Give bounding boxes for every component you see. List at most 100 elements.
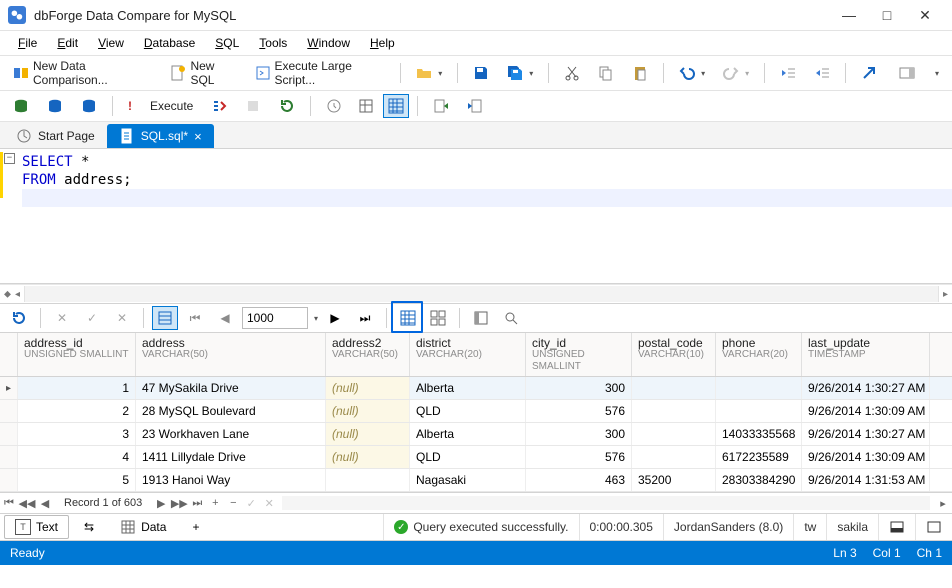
copy-button[interactable] xyxy=(591,60,621,86)
folder-open-icon xyxy=(416,65,432,81)
menu-file[interactable]: File xyxy=(8,36,47,50)
view-grid-large-button[interactable] xyxy=(383,94,409,118)
editor-scroll-right[interactable]: ▸ xyxy=(943,289,948,300)
indent-less-button[interactable] xyxy=(773,60,803,86)
run-2-button[interactable] xyxy=(40,93,70,119)
new-sql-button[interactable]: New SQL xyxy=(163,60,243,86)
refresh-grid-button[interactable] xyxy=(6,306,32,330)
menu-sql[interactable]: SQL xyxy=(205,36,249,50)
col-address2[interactable]: address2 xyxy=(332,337,403,349)
table-row[interactable]: ▸147 MySakila Drive(null)Alberta3009/26/… xyxy=(0,377,952,400)
col-address[interactable]: address xyxy=(142,337,319,349)
page-first-button[interactable]: ⏮ xyxy=(182,306,208,330)
find-button[interactable] xyxy=(498,306,524,330)
maximize-button[interactable]: □ xyxy=(868,0,906,30)
fold-marker[interactable]: − xyxy=(4,153,15,164)
new-data-comparison-button[interactable]: New Data Comparison... xyxy=(6,60,159,86)
open-button[interactable]: ▾ xyxy=(409,60,449,86)
menu-database[interactable]: Database xyxy=(134,36,205,50)
table-row[interactable]: 51913 Hanoi WayNagasaki46335200283033842… xyxy=(0,469,952,492)
tab-sql[interactable]: SQL.sql* × xyxy=(107,124,214,148)
history-icon xyxy=(326,98,342,114)
nav-prev[interactable]: ◀ xyxy=(36,494,54,512)
nav-add[interactable]: + xyxy=(206,494,224,512)
nav-cancel[interactable]: ✕ xyxy=(260,494,278,512)
execute-button[interactable]: Execute xyxy=(143,93,200,119)
page-prev-button[interactable]: ◀ xyxy=(212,306,238,330)
menu-view[interactable]: View xyxy=(88,36,134,50)
menu-help[interactable]: Help xyxy=(360,36,405,50)
pivot-button[interactable] xyxy=(468,306,494,330)
undo-button[interactable]: ▾ xyxy=(672,60,712,86)
table-row[interactable]: 41411 Lillydale Drive(null)QLD5766172235… xyxy=(0,446,952,469)
paging-mode-button[interactable] xyxy=(152,306,178,330)
tab-start-page[interactable]: Start Page xyxy=(4,124,107,148)
table-row[interactable]: 323 Workhaven Lane(null)Alberta300140333… xyxy=(0,423,952,446)
editor-scrollbar[interactable] xyxy=(24,286,939,302)
btab-data[interactable]: Data xyxy=(109,515,177,539)
nav-first[interactable]: ⏮ xyxy=(0,494,18,512)
hide-panel-button[interactable] xyxy=(892,60,922,86)
goto-button[interactable] xyxy=(854,60,884,86)
redo-button[interactable]: ▾ xyxy=(716,60,756,86)
menu-edit[interactable]: Edit xyxy=(47,36,88,50)
card-view-button[interactable] xyxy=(425,306,451,330)
col-address_id[interactable]: address_id xyxy=(24,337,129,349)
nav-ok[interactable]: ✓ xyxy=(242,494,260,512)
menu-window[interactable]: Window xyxy=(297,36,360,50)
nav-last[interactable]: ⏭ xyxy=(188,494,206,512)
indent-left-icon xyxy=(780,65,796,81)
save-button[interactable] xyxy=(466,60,496,86)
col-postal_code[interactable]: postal_code xyxy=(638,337,709,349)
panel-toggle-2[interactable] xyxy=(915,514,952,540)
refresh-exec-button[interactable] xyxy=(272,93,302,119)
grid-hscroll[interactable] xyxy=(282,496,930,510)
col-phone[interactable]: phone xyxy=(722,337,795,349)
export-button[interactable] xyxy=(426,93,456,119)
nav-prev-page[interactable]: ◀◀ xyxy=(18,494,36,512)
import-button[interactable] xyxy=(460,93,490,119)
table-row[interactable]: 228 MySQL Boulevard(null)QLD5769/26/2014… xyxy=(0,400,952,423)
database: sakila xyxy=(826,514,878,540)
reject-edit-button[interactable]: ✕ xyxy=(109,306,135,330)
btab-add[interactable]: + xyxy=(181,515,210,539)
nav-next[interactable]: ▶ xyxy=(152,494,170,512)
sql-editor[interactable]: − SELECT * FROM address; xyxy=(0,149,952,284)
editor-scroll-left[interactable]: ◂ xyxy=(15,289,20,300)
save-all-button[interactable]: ▾ xyxy=(500,60,540,86)
grid-view-button[interactable] xyxy=(395,306,421,330)
execute-large-script-button[interactable]: Execute Large Script... xyxy=(248,60,393,86)
result-grid[interactable]: address_idUNSIGNED SMALLINT addressVARCH… xyxy=(0,333,952,493)
page-last-button[interactable]: ⏭ xyxy=(352,306,378,330)
cancel-edits-button[interactable]: ✕ xyxy=(49,306,75,330)
page-size-input[interactable] xyxy=(242,307,308,329)
nav-del[interactable]: − xyxy=(224,494,242,512)
query-time: 0:00:00.305 xyxy=(579,514,663,540)
run-1-button[interactable] xyxy=(6,93,36,119)
run-3-button[interactable] xyxy=(74,93,104,119)
page-size-dd[interactable]: ▾ xyxy=(314,314,318,323)
close-button[interactable]: ✕ xyxy=(906,0,944,30)
tab-close-button[interactable]: × xyxy=(194,129,202,144)
indent-more-button[interactable] xyxy=(807,60,837,86)
menu-tools[interactable]: Tools xyxy=(249,36,297,50)
nav-next-page[interactable]: ▶▶ xyxy=(170,494,188,512)
minimize-button[interactable]: — xyxy=(830,0,868,30)
paste-button[interactable] xyxy=(625,60,655,86)
btab-swap[interactable]: ⇆ xyxy=(73,515,105,539)
grid-scroll-right[interactable]: ▸ xyxy=(934,494,952,512)
page-next-button[interactable]: ▶ xyxy=(322,306,348,330)
col-last_update[interactable]: last_update xyxy=(808,337,923,349)
toolbar-options-button[interactable]: ▾ xyxy=(926,60,946,86)
view-grid-small-button[interactable] xyxy=(353,94,379,118)
accept-edit-button[interactable]: ✓ xyxy=(79,306,105,330)
btab-text[interactable]: T Text xyxy=(4,515,69,539)
execute-step-button[interactable] xyxy=(204,93,234,119)
col-district[interactable]: district xyxy=(416,337,519,349)
debug-button[interactable]: ! xyxy=(121,93,139,119)
stop-button[interactable] xyxy=(238,93,268,119)
panel-toggle-1[interactable] xyxy=(878,514,915,540)
history-button[interactable] xyxy=(319,93,349,119)
cut-button[interactable] xyxy=(557,60,587,86)
col-city_id[interactable]: city_id xyxy=(532,337,625,349)
